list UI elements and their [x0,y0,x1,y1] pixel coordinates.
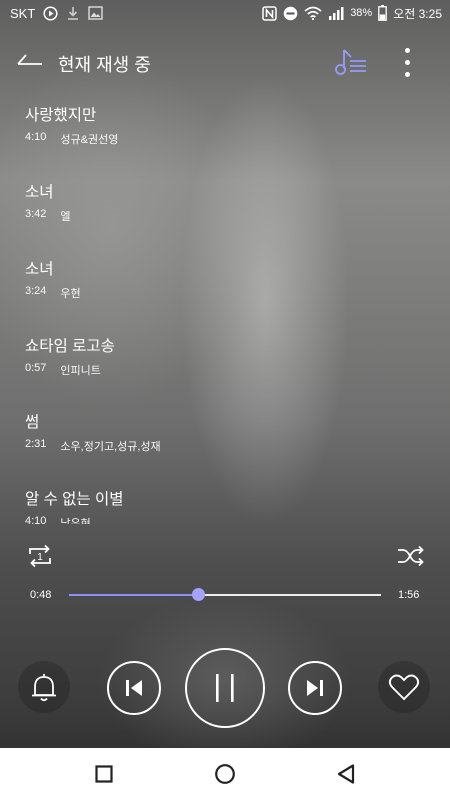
song-title: 알 수 없는 이별 [25,491,124,508]
previous-button[interactable] [107,661,161,715]
battery-percent: 38% [350,7,373,19]
home-circle-icon [215,764,235,784]
nav-back-button[interactable] [334,762,358,786]
song-artist: 우현 [60,288,81,300]
song-duration: 0:57 [25,362,47,374]
play-circle-icon [43,5,58,21]
status-bar: SKT 38% 오전 3:25 [0,0,450,26]
image-icon [88,6,103,20]
home-button[interactable] [213,762,237,786]
repeat-one-icon: 1 [29,544,51,568]
progress-fill [69,594,198,596]
song-title: 쇼타임 로고송 [25,338,115,355]
song-artist: 성규&권선영 [60,134,119,146]
list-item[interactable]: 소녀 3:42 엘 [25,183,425,243]
progress-slider[interactable] [69,588,381,601]
carrier-label: SKT [10,5,36,21]
shuffle-button[interactable] [396,542,426,570]
recents-button[interactable] [92,762,116,786]
progress-thumb[interactable] [191,588,205,601]
heart-icon [388,674,420,701]
pause-button[interactable] [185,648,265,728]
playlist-icon [334,49,368,82]
bell-icon [32,674,56,702]
song-duration: 4:10 [25,515,47,524]
song-artist: 소우,정기고,성규,성재 [60,441,161,453]
song-artist: 인피니트 [60,365,101,377]
back-triangle-icon [337,764,355,784]
page-title: 현재 재생 중 [58,55,151,75]
favorite-button[interactable] [378,661,430,713]
song-duration: 3:42 [25,208,47,220]
song-duration: 3:24 [25,285,47,297]
list-item[interactable]: 사랑했지만 4:10 성규&권선영 [25,106,425,166]
song-title: 소녀 [25,261,54,278]
song-artist: 엘 [60,211,71,223]
do-not-disturb-icon [283,6,298,21]
pause-icon [216,674,234,702]
more-vert-icon [404,47,410,53]
next-button[interactable] [288,661,342,715]
more-options-button[interactable] [396,46,418,78]
song-artist: 남우현 [60,518,91,524]
status-time: 오전 3:25 [393,6,442,21]
alarm-button[interactable] [18,661,70,713]
song-title: 썸 [25,414,40,431]
repeat-button[interactable]: 1 [26,542,54,570]
song-list[interactable]: 사랑했지만 4:10 성규&권선영 소녀 3:42 엘 소녀 3:24 우현 쇼타임 … [0,100,450,524]
app-header: 현재 재생 중 [0,40,450,84]
list-item[interactable]: 쇼타임 로고송 0:57 인피니트 [25,337,425,397]
skip-previous-icon [126,680,142,696]
navigation-bar [0,748,450,800]
download-icon [66,6,80,21]
skip-next-icon [307,680,323,696]
song-title: 사랑했지만 [25,107,97,124]
signal-icon [328,6,344,21]
list-item[interactable]: 소녀 3:24 우현 [25,260,425,320]
list-item[interactable]: 알 수 없는 이별 4:10 남우현 [25,490,425,524]
wifi-icon [304,6,322,20]
recents-square-icon [95,765,113,783]
total-time: 1:56 [398,589,420,601]
playlist-button[interactable] [334,46,368,78]
song-title: 소녀 [25,184,54,201]
nfc-icon [262,5,277,21]
back-button[interactable] [16,48,48,76]
song-duration: 2:31 [25,438,47,450]
back-arrow-icon [16,51,44,74]
song-duration: 4:10 [25,131,47,143]
list-item[interactable]: 썸 2:31 소우,정기고,성규,성재 [25,413,425,473]
shuffle-icon [398,545,424,567]
repeat-mode-label: 1 [37,552,43,563]
current-time: 0:48 [30,589,52,601]
battery-icon [378,5,388,21]
